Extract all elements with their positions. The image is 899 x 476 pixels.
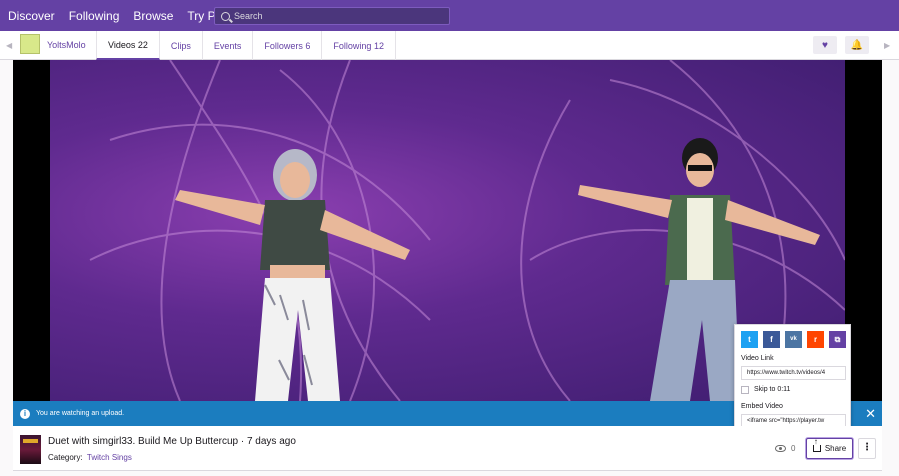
channel-name[interactable]: YoltsMolo [47, 40, 86, 50]
banner-message: You are watching an upload. [36, 410, 125, 417]
twitter-icon[interactable]: t [741, 331, 758, 348]
top-nav: Discover Following Browse Try Prime ••• [0, 0, 899, 31]
nav-following[interactable]: Following [69, 9, 120, 23]
category-label: Category: [48, 453, 83, 462]
skip-to-checkbox[interactable] [741, 386, 749, 394]
tab-clips[interactable]: Clips [160, 31, 203, 60]
nav-discover[interactable]: Discover [8, 9, 55, 23]
search-icon [221, 11, 230, 21]
scroll-left-icon[interactable]: ◀ [6, 41, 12, 50]
view-count: 0 [775, 444, 795, 453]
channel-tabs: Videos 22 Clips Events Followers 6 Follo… [96, 31, 396, 60]
facebook-icon[interactable]: f [763, 331, 780, 348]
info-icon: i [20, 408, 30, 419]
embed-video-label: Embed Video [741, 403, 783, 410]
video-title: Duet with simgirl33. Build Me Up Butterc… [48, 436, 296, 447]
share-button-label: Share [824, 444, 847, 453]
heart-icon: ♥ [822, 39, 828, 51]
category-link[interactable]: Twitch Sings [87, 453, 132, 462]
video-category: Category: Twitch Sings [48, 453, 132, 462]
tab-videos[interactable]: Videos 22 [96, 31, 160, 60]
search-box [214, 7, 450, 25]
search-input[interactable] [234, 11, 434, 21]
notify-button[interactable]: 🔔 [845, 36, 869, 54]
tab-events[interactable]: Events [203, 31, 254, 60]
close-icon[interactable]: ✕ [865, 406, 876, 422]
video-link-label: Video Link [741, 355, 774, 362]
tab-following[interactable]: Following 12 [322, 31, 396, 60]
view-count-value: 0 [791, 444, 796, 453]
skip-to-label: Skip to 0:11 [754, 386, 791, 393]
bell-icon: 🔔 [850, 39, 864, 51]
copy-icon[interactable]: ⧉ [829, 331, 846, 348]
follow-button[interactable]: ♥ [813, 36, 837, 54]
video-info-bar: Duet with simgirl33. Build Me Up Butterc… [13, 426, 882, 471]
scroll-right-icon[interactable]: ▶ [884, 41, 890, 50]
vk-icon[interactable]: vk [785, 331, 802, 348]
video-scene [89, 60, 845, 401]
more-options-button[interactable]: ⋮ [858, 438, 876, 459]
eye-icon [775, 445, 786, 452]
share-button[interactable]: Share [806, 438, 853, 459]
share-popup: t f vk r ⧉ Video Link https://www.twitch… [734, 324, 851, 431]
video-link-field[interactable]: https://www.twitch.tv/videos/4 [741, 366, 846, 380]
reddit-icon[interactable]: r [807, 331, 824, 348]
nav-browse[interactable]: Browse [133, 9, 173, 23]
share-icon [812, 438, 821, 452]
game-thumbnail[interactable] [20, 435, 41, 464]
tab-followers[interactable]: Followers 6 [253, 31, 323, 60]
video-frame[interactable] [50, 60, 845, 401]
channel-avatar[interactable] [20, 34, 40, 54]
channel-bar: ◀ YoltsMolo Videos 22 Clips Events Follo… [0, 31, 899, 60]
